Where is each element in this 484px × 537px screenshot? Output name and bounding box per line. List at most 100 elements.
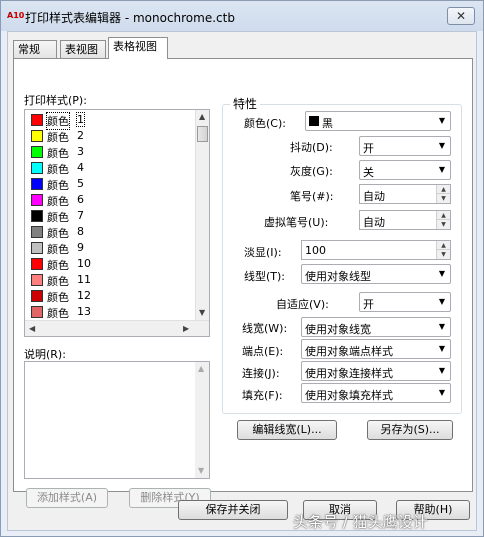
pen-number-label: 笔号(#): — [290, 190, 334, 203]
tab-general[interactable]: 常规 — [13, 40, 57, 58]
spin-down-icon[interactable]: ▼ — [437, 194, 450, 203]
close-icon: ✕ — [455, 9, 467, 23]
style-list-item[interactable]: 颜色 5 — [29, 176, 193, 192]
virtual-pen-label: 虚拟笔号(U): — [264, 216, 329, 229]
style-list-item[interactable]: 颜色 1 — [29, 112, 193, 130]
style-list-item[interactable]: 颜色 12 — [29, 288, 193, 304]
screening-value: 100 — [305, 244, 326, 257]
grayscale-value: 关 — [363, 166, 374, 179]
style-item-name: 颜色 — [47, 163, 69, 176]
dither-label: 抖动(D): — [290, 141, 333, 154]
scroll-up-icon[interactable]: ▲ — [198, 364, 204, 374]
color-swatch — [31, 210, 43, 222]
style-item-name: 颜色 — [46, 112, 70, 130]
chevron-down-icon[interactable]: ▼ — [434, 362, 450, 380]
spin-down-icon[interactable]: ▼ — [437, 250, 450, 259]
tab-general-label: 常规 — [18, 43, 40, 56]
style-item-number: 10 — [77, 257, 91, 270]
linetype-combo[interactable]: 使用对象线型 ▼ — [301, 264, 451, 284]
linetype-label: 线型(T): — [244, 270, 286, 283]
chevron-down-icon[interactable]: ▼ — [434, 384, 450, 402]
style-list-item[interactable]: 颜色 4 — [29, 160, 193, 176]
style-list-item[interactable]: 颜色 9 — [29, 240, 193, 256]
color-swatch — [31, 306, 43, 318]
style-item-name: 颜色 — [47, 307, 69, 320]
color-swatch — [31, 242, 43, 254]
style-item-name: 颜色 — [47, 259, 69, 272]
style-list-item[interactable]: 颜色 7 — [29, 208, 193, 224]
spin-down-icon[interactable]: ▼ — [437, 220, 450, 229]
save-and-close-button[interactable]: 保存并关闭 — [178, 500, 288, 520]
spin-up-icon[interactable]: ▲ — [437, 185, 450, 194]
color-chip-swatch — [309, 116, 319, 126]
chevron-down-icon[interactable]: ▼ — [434, 161, 450, 179]
adaptive-combo[interactable]: 开 ▼ — [359, 292, 451, 312]
style-item-number: 2 — [77, 129, 84, 142]
virtual-pen-spinner[interactable]: 自动 ▲ ▼ — [359, 210, 451, 230]
styles-vertical-scrollbar[interactable]: ▲ ▼ — [195, 110, 209, 320]
style-item-name: 颜色 — [47, 243, 69, 256]
grayscale-label: 灰度(G): — [290, 165, 333, 178]
style-item-name: 颜色 — [47, 195, 69, 208]
style-list-item[interactable]: 颜色 8 — [29, 224, 193, 240]
spin-up-icon[interactable]: ▲ — [437, 241, 450, 250]
scroll-left-icon[interactable]: ◀ — [29, 324, 35, 334]
scroll-down-icon[interactable]: ▼ — [198, 466, 204, 476]
watermark-text: 头条号 / 猫头鹰设计 — [293, 513, 428, 531]
close-button[interactable]: ✕ — [447, 7, 475, 25]
tab-table-view[interactable]: 表视图 — [60, 40, 106, 58]
style-item-number: 7 — [77, 209, 84, 222]
scroll-up-icon[interactable]: ▲ — [199, 112, 205, 122]
scroll-right-icon[interactable]: ▶ — [183, 324, 189, 334]
chevron-down-icon[interactable]: ▼ — [434, 137, 450, 155]
tab-form-view[interactable]: 表格视图 — [108, 37, 168, 59]
description-scrollbar[interactable]: ▲ ▼ — [195, 362, 209, 478]
dither-combo[interactable]: 开 ▼ — [359, 136, 451, 156]
adaptive-label: 自适应(V): — [276, 298, 329, 311]
style-item-name: 颜色 — [47, 179, 69, 192]
pen-number-spinner[interactable]: 自动 ▲ ▼ — [359, 184, 451, 204]
color-swatch — [31, 130, 43, 142]
scroll-down-icon[interactable]: ▼ — [199, 308, 205, 318]
adaptive-value: 开 — [363, 298, 374, 311]
color-swatch — [31, 258, 43, 270]
style-list-item[interactable]: 颜色 2 — [29, 128, 193, 144]
screening-spinner[interactable]: 100 ▲ ▼ — [301, 240, 451, 260]
style-item-number: 9 — [77, 241, 84, 254]
chevron-down-icon[interactable]: ▼ — [434, 293, 450, 311]
add-style-button[interactable]: 添加样式(A) — [26, 488, 108, 508]
dither-value: 开 — [363, 142, 374, 155]
edit-lineweights-button[interactable]: 编辑线宽(L)... — [237, 420, 337, 440]
fill-label: 填充(F): — [242, 389, 283, 402]
chevron-down-icon[interactable]: ▼ — [434, 318, 450, 336]
color-label: 颜色(C): — [244, 117, 286, 130]
style-item-name: 颜色 — [47, 227, 69, 240]
style-list-item[interactable]: 颜色 11 — [29, 272, 193, 288]
style-item-name: 颜色 — [47, 147, 69, 160]
style-list-item[interactable]: 颜色 6 — [29, 192, 193, 208]
description-textarea[interactable]: ▲ ▼ — [24, 361, 210, 479]
style-list-item[interactable]: 颜色 13 — [29, 304, 193, 320]
spin-up-icon[interactable]: ▲ — [437, 211, 450, 220]
dialog-client-area: 常规 表视图 表格视图 打印样式(P): 颜色 1 颜色 2 颜色 3 颜色 4 颜色 5 颜色 6 颜… — [7, 31, 477, 531]
style-list-item[interactable]: 颜色 3 — [29, 144, 193, 160]
line-end-combo[interactable]: 使用对象端点样式 ▼ — [301, 339, 451, 359]
lineweight-combo[interactable]: 使用对象线宽 ▼ — [301, 317, 451, 337]
tab-form-view-label: 表格视图 — [113, 40, 157, 53]
style-item-number: 8 — [77, 225, 84, 238]
scroll-thumb[interactable] — [197, 126, 208, 142]
chevron-down-icon[interactable]: ▼ — [434, 112, 450, 130]
chevron-down-icon[interactable]: ▼ — [434, 340, 450, 358]
chevron-down-icon[interactable]: ▼ — [434, 265, 450, 283]
fill-combo[interactable]: 使用对象填充样式 ▼ — [301, 383, 451, 403]
line-join-label: 连接(J): — [242, 367, 280, 380]
save-as-button[interactable]: 另存为(S)... — [367, 420, 453, 440]
title-bar[interactable]: A10 打印样式表编辑器 - monochrome.ctb ✕ — [1, 1, 483, 31]
print-styles-listbox[interactable]: 颜色 1 颜色 2 颜色 3 颜色 4 颜色 5 颜色 6 颜色 7 颜色 8 颜色 9 颜色 10 颜色 11 颜色 12 颜… — [24, 109, 210, 337]
styles-horizontal-scrollbar[interactable]: ◀ ▶ — [25, 320, 209, 336]
line-end-value: 使用对象端点样式 — [305, 345, 393, 358]
line-join-combo[interactable]: 使用对象连接样式 ▼ — [301, 361, 451, 381]
style-list-item[interactable]: 颜色 10 — [29, 256, 193, 272]
grayscale-combo[interactable]: 关 ▼ — [359, 160, 451, 180]
color-combo[interactable]: 黑 ▼ — [305, 111, 451, 131]
